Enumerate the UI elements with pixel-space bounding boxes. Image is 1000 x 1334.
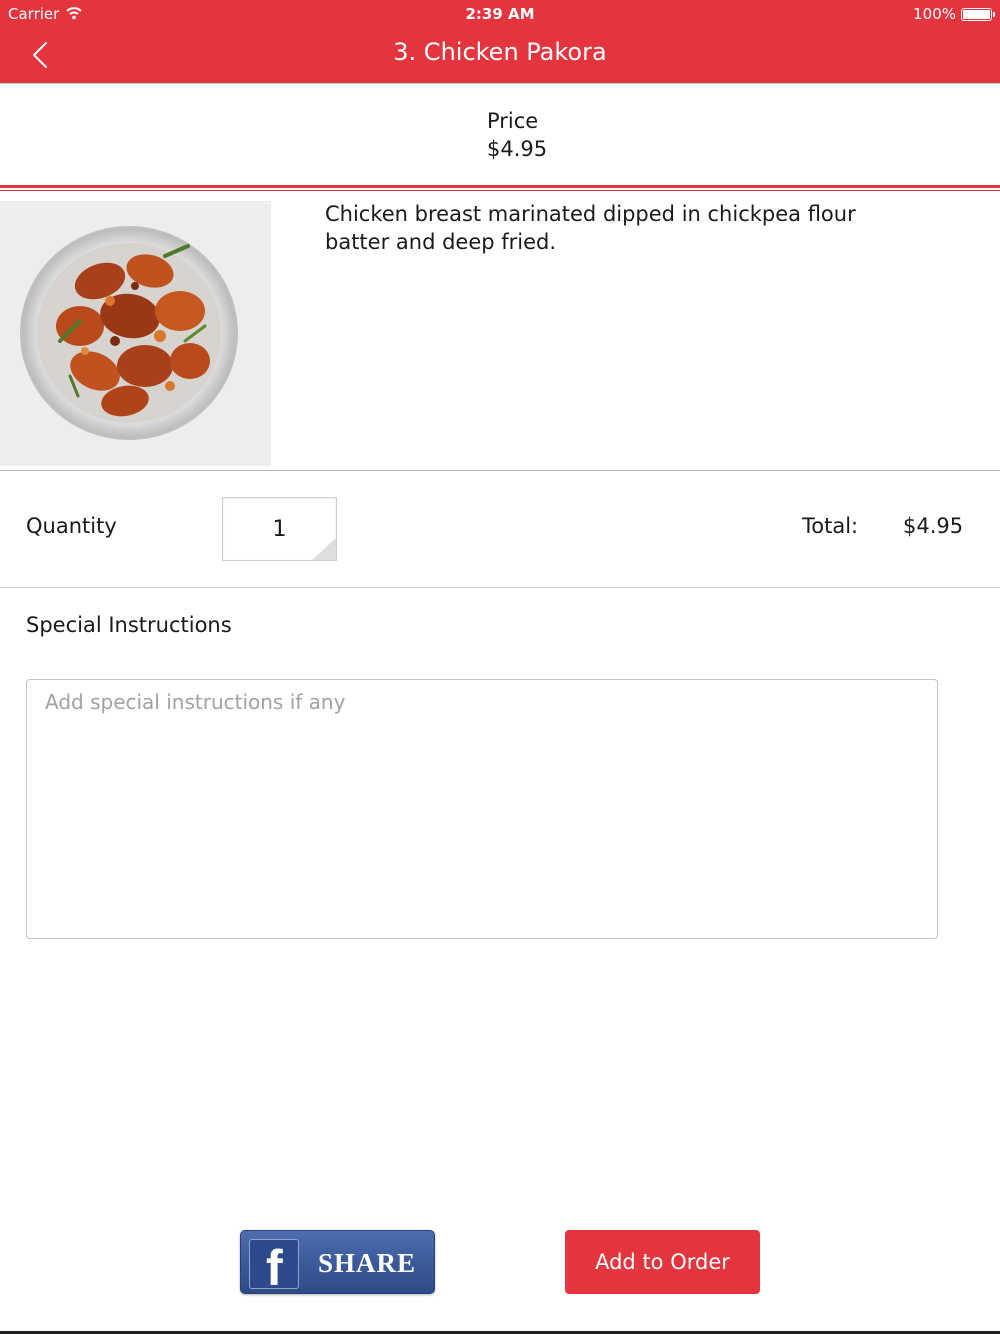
facebook-share-button[interactable]: f SHARE xyxy=(240,1230,435,1294)
status-bar: Carrier 2:39 AM 100% xyxy=(0,0,1000,28)
item-photo xyxy=(0,201,271,466)
page-title: 3. Chicken Pakora xyxy=(393,38,607,66)
quantity-label: Quantity xyxy=(26,514,117,538)
share-label: SHARE xyxy=(318,1248,417,1278)
special-instructions-label: Special Instructions xyxy=(26,613,232,637)
divider xyxy=(0,470,1000,471)
add-to-order-button[interactable]: Add to Order xyxy=(565,1230,760,1294)
price-section: Price $4.95 xyxy=(0,85,1000,185)
battery-percent: 100% xyxy=(913,5,956,23)
divider xyxy=(0,190,1000,191)
facebook-icon: f xyxy=(249,1239,299,1289)
item-description: Chicken breast marinated dipped in chick… xyxy=(325,202,856,254)
total-value: $4.95 xyxy=(903,514,964,538)
divider xyxy=(0,185,1000,188)
battery-icon xyxy=(961,8,995,21)
special-instructions-input[interactable] xyxy=(26,679,938,939)
price-label: Price xyxy=(487,109,539,133)
nav-bar: Carrier 2:39 AM 100% 3. Chicken Pakora xyxy=(0,0,1000,84)
divider xyxy=(0,587,1000,588)
status-time: 2:39 AM xyxy=(465,5,535,23)
price-value: $4.95 xyxy=(487,137,548,161)
total-label: Total: xyxy=(802,514,859,538)
quantity-input[interactable] xyxy=(222,497,337,561)
